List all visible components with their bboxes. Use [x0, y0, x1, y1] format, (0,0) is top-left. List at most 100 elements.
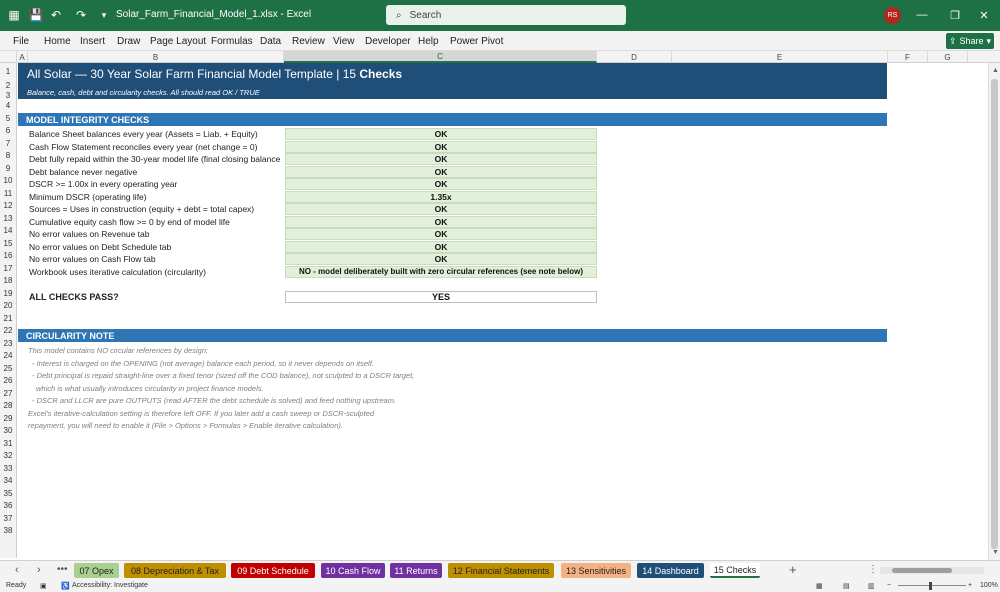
note-line[interactable]: which is what usually introduces circula…: [36, 382, 264, 394]
row-header[interactable]: 2: [0, 79, 16, 91]
restore-icon[interactable]: ❐: [947, 8, 963, 22]
vertical-scrollbar[interactable]: ▲ ▼: [988, 63, 1000, 560]
sheet-tab-checks-active[interactable]: 15 Checks: [710, 563, 760, 578]
row-header[interactable]: 11: [0, 187, 16, 200]
column-header-b[interactable]: B: [28, 51, 284, 63]
check-value[interactable]: OK: [285, 240, 597, 253]
ribbon-tab-file[interactable]: File: [13, 36, 29, 47]
check-label[interactable]: Cash Flow Statement reconciles every yea…: [29, 141, 257, 153]
check-value[interactable]: OK: [285, 140, 597, 153]
scroll-up-icon[interactable]: ▲: [992, 67, 999, 74]
sheet-tab-returns[interactable]: 11 Returns: [390, 563, 442, 578]
ribbon-tab-home[interactable]: Home: [44, 36, 71, 47]
row-header[interactable]: 7: [0, 137, 16, 150]
select-all-corner[interactable]: [0, 51, 17, 63]
sheet-tab-dashboard[interactable]: 14 Dashboard: [637, 563, 704, 578]
check-value[interactable]: OK: [285, 228, 597, 240]
close-icon[interactable]: ✕: [976, 8, 992, 22]
chevron-right-icon[interactable]: ›: [37, 564, 41, 576]
more-sheets-icon[interactable]: •••: [57, 564, 68, 575]
row-header[interactable]: 33: [0, 462, 16, 475]
column-header-c[interactable]: C: [284, 51, 597, 63]
check-label[interactable]: Debt balance never negative: [29, 166, 137, 178]
row-header[interactable]: 4: [0, 99, 16, 112]
column-header-d[interactable]: D: [597, 51, 672, 63]
row-header[interactable]: 25: [0, 362, 16, 375]
zoom-slider-thumb[interactable]: [929, 582, 932, 590]
note-line[interactable]: repayment, you will need to enable it (F…: [28, 420, 343, 432]
row-header[interactable]: 32: [0, 450, 16, 463]
row-header[interactable]: 24: [0, 350, 16, 363]
page-layout-view-icon[interactable]: ▤: [843, 582, 850, 590]
scroll-down-icon[interactable]: ▼: [992, 549, 999, 556]
all-checks-value[interactable]: YES: [285, 290, 597, 303]
row-header[interactable]: 34: [0, 475, 16, 488]
ribbon-tab-formulas[interactable]: Formulas: [211, 36, 253, 47]
note-line[interactable]: This model contains NO circular referenc…: [28, 345, 208, 357]
check-label[interactable]: Sources = Uses in construction (equity +…: [29, 203, 254, 215]
search-box[interactable]: ⌕ Search: [386, 5, 626, 25]
check-value[interactable]: OK: [285, 215, 597, 228]
worksheet-grid[interactable]: All Solar — 30 Year Solar Farm Financial…: [17, 63, 1000, 558]
row-header[interactable]: 29: [0, 412, 16, 425]
zoom-level[interactable]: 100%: [980, 582, 998, 589]
ribbon-tab-page-layout[interactable]: Page Layout: [150, 36, 206, 47]
normal-view-icon[interactable]: ▦: [816, 582, 823, 590]
row-header[interactable]: 13: [0, 212, 16, 225]
row-header[interactable]: 18: [0, 275, 16, 288]
check-label[interactable]: Balance Sheet balances every year (Asset…: [29, 128, 258, 140]
check-value[interactable]: OK: [285, 165, 597, 178]
sheet-tab-financial-statements[interactable]: 12 Financial Statements: [448, 563, 554, 578]
column-header-a[interactable]: A: [17, 51, 28, 63]
column-header-e[interactable]: E: [672, 51, 888, 63]
row-header[interactable]: 20: [0, 300, 16, 313]
share-button[interactable]: ⇪ Share ▾: [946, 33, 994, 49]
note-line[interactable]: - Interest is charged on the OPENING (no…: [32, 357, 374, 369]
row-header[interactable]: 37: [0, 512, 16, 525]
sheet-tab-debt-schedule[interactable]: 09 Debt Schedule: [231, 563, 315, 578]
more-options-icon[interactable]: ⋮: [868, 564, 878, 575]
row-header[interactable]: 35: [0, 487, 16, 500]
ribbon-tab-developer[interactable]: Developer: [365, 36, 411, 47]
note-line[interactable]: - Debt principal is repaid straight-line…: [32, 370, 414, 382]
check-label[interactable]: Cumulative equity cash flow >= 0 by end …: [29, 216, 230, 228]
sheet-tab-opex[interactable]: 07 Opex: [74, 563, 119, 578]
zoom-slider[interactable]: [898, 585, 966, 586]
horizontal-scroll-thumb[interactable]: [892, 568, 952, 573]
column-header-g[interactable]: G: [928, 51, 968, 63]
page-break-view-icon[interactable]: ▥: [868, 582, 875, 590]
check-value[interactable]: OK: [285, 128, 597, 140]
row-header[interactable]: 15: [0, 237, 16, 250]
row-header[interactable]: 10: [0, 175, 16, 188]
check-value[interactable]: OK: [285, 178, 597, 190]
sheet-tab-cash-flow[interactable]: 10 Cash Flow: [321, 563, 385, 578]
ribbon-tab-draw[interactable]: Draw: [117, 36, 140, 47]
row-header[interactable]: 17: [0, 262, 16, 275]
minimize-icon[interactable]: —: [914, 8, 930, 22]
ribbon-tab-review[interactable]: Review: [292, 36, 325, 47]
check-label[interactable]: No error values on Cash Flow tab: [29, 253, 156, 265]
horizontal-scrollbar[interactable]: [880, 567, 984, 574]
ribbon-tab-view[interactable]: View: [333, 36, 355, 47]
row-header[interactable]: 23: [0, 337, 16, 350]
row-header[interactable]: 14: [0, 225, 16, 238]
sheet-tab-depreciation-tax[interactable]: 08 Depreciation & Tax: [124, 563, 226, 578]
row-header[interactable]: 16: [0, 250, 16, 263]
ribbon-tab-power-pivot[interactable]: Power Pivot: [450, 36, 503, 47]
column-header-next[interactable]: [968, 51, 986, 63]
ribbon-tab-data[interactable]: Data: [260, 36, 281, 47]
row-header[interactable]: 3: [0, 91, 16, 100]
check-label[interactable]: Debt fully repaid within the 30-year mod…: [29, 153, 280, 165]
row-header[interactable]: 5: [0, 112, 16, 125]
customize-qat-icon[interactable]: ▾: [96, 7, 112, 23]
chevron-left-icon[interactable]: ‹: [15, 564, 19, 576]
row-header[interactable]: 12: [0, 200, 16, 213]
ribbon-tab-help[interactable]: Help: [418, 36, 439, 47]
zoom-out-icon[interactable]: −: [887, 582, 891, 589]
row-header[interactable]: 6: [0, 125, 16, 138]
check-label[interactable]: Workbook uses iterative calculation (cir…: [29, 266, 206, 278]
undo-icon[interactable]: ↶: [48, 7, 64, 23]
check-label[interactable]: No error values on Revenue tab: [29, 228, 150, 240]
row-header[interactable]: 22: [0, 325, 16, 338]
sheet-tab-sensitivities[interactable]: 13 Sensitivities: [561, 563, 631, 578]
